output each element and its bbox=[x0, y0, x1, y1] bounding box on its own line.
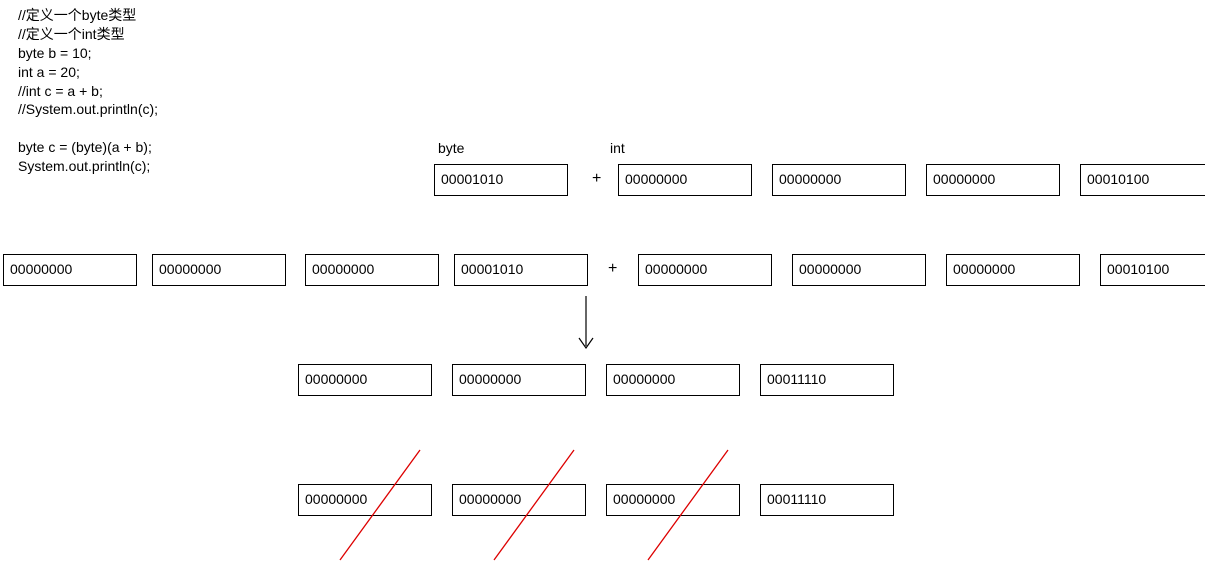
int2-byte1-box: 00000000 bbox=[638, 254, 772, 286]
int-byte2-box: 00000000 bbox=[772, 164, 906, 196]
int2-byte3-box: 00000000 bbox=[946, 254, 1080, 286]
arrow-down-icon bbox=[576, 296, 596, 359]
int-label: int bbox=[610, 140, 625, 156]
result-byte1-box: 00000000 bbox=[298, 364, 432, 396]
widened-byte4-box: 00001010 bbox=[454, 254, 588, 286]
widened-byte1-box: 00000000 bbox=[3, 254, 137, 286]
widened-byte2-box: 00000000 bbox=[152, 254, 286, 286]
plus-sign: + bbox=[608, 260, 617, 278]
int2-byte2-box: 00000000 bbox=[792, 254, 926, 286]
int-byte4-box: 00010100 bbox=[1080, 164, 1205, 196]
result-byte3-box: 00000000 bbox=[606, 364, 740, 396]
widened-byte3-box: 00000000 bbox=[305, 254, 439, 286]
int2-byte4-box: 00010100 bbox=[1100, 254, 1205, 286]
result-byte2-box: 00000000 bbox=[452, 364, 586, 396]
int-byte3-box: 00000000 bbox=[926, 164, 1060, 196]
plus-sign: + bbox=[592, 170, 601, 188]
result-byte4-box: 00011110 bbox=[760, 364, 894, 396]
byte-label: byte bbox=[438, 140, 464, 156]
int-byte1-box: 00000000 bbox=[618, 164, 752, 196]
code-block: //定义一个byte类型 //定义一个int类型 byte b = 10; in… bbox=[18, 6, 158, 176]
byte-box: 00001010 bbox=[434, 164, 568, 196]
trunc-byte4-box: 00011110 bbox=[760, 484, 894, 516]
